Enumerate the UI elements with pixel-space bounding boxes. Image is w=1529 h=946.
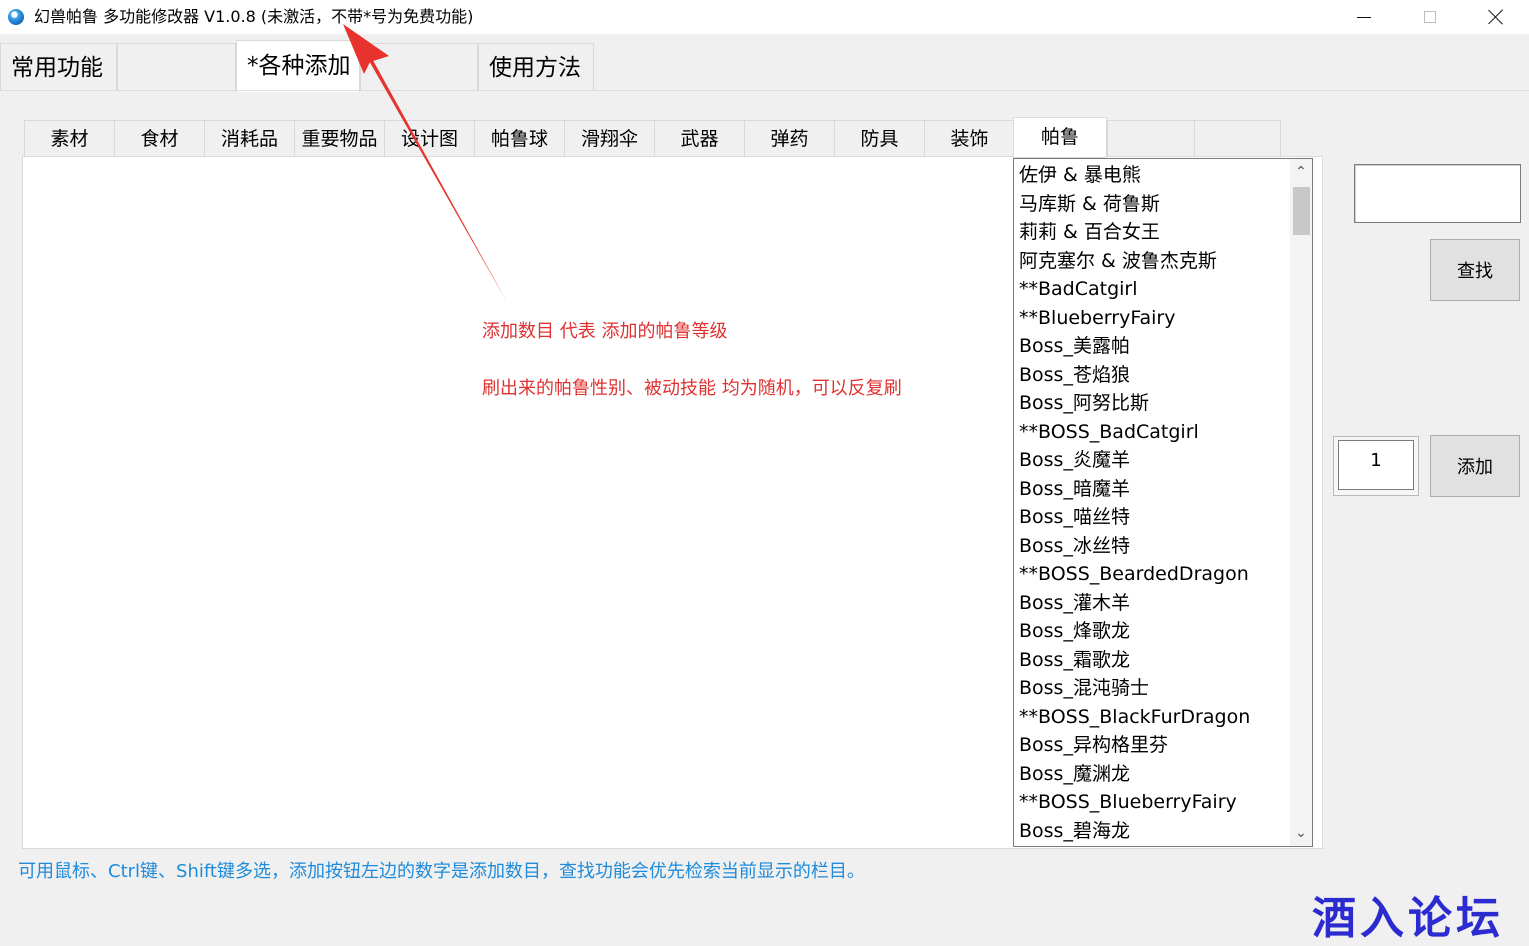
subtab-consumables[interactable]: 消耗品 (204, 120, 294, 157)
app-icon (8, 9, 24, 25)
list-item[interactable]: Boss_美露帕 (1019, 332, 1287, 361)
tab-various-add[interactable]: *各种添加 (236, 40, 360, 92)
list-item[interactable]: Boss_阿努比斯 (1019, 389, 1287, 418)
list-item[interactable]: Boss_灌木羊 (1019, 589, 1287, 618)
usage-hint: 可用鼠标、Ctrl键、Shift键多选，添加按钮左边的数字是添加数目，查找功能会… (18, 861, 865, 882)
list-item[interactable]: Boss_暗魔羊 (1019, 475, 1287, 504)
chevron-down-icon[interactable]: ⌄ (1290, 822, 1312, 844)
list-item[interactable]: Boss_冰丝特 (1019, 532, 1287, 561)
add-button[interactable]: 添加 (1430, 435, 1520, 497)
tab-common-functions[interactable]: 常用功能 (0, 43, 117, 91)
tab-blank[interactable] (117, 43, 236, 91)
list-item[interactable]: Boss_碧海龙 (1019, 817, 1287, 846)
subtab-pal-spheres[interactable]: 帕鲁球 (474, 120, 564, 157)
pal-listbox[interactable]: 佐伊 & 暴电熊 马库斯 & 荷鲁斯 莉莉 & 百合女王 阿克塞尔 & 波鲁杰克斯 **… (1013, 158, 1313, 847)
subtab-ammo[interactable]: 弹药 (744, 120, 834, 157)
subtab-weapons[interactable]: 武器 (654, 120, 744, 157)
subtab-gliders[interactable]: 滑翔伞 (564, 120, 654, 157)
close-button[interactable] (1463, 0, 1529, 34)
subtab-key-items[interactable]: 重要物品 (294, 120, 384, 157)
subtab-materials[interactable]: 素材 (24, 120, 114, 157)
maximize-icon (1424, 11, 1436, 23)
quantity-input[interactable]: 1 (1338, 440, 1414, 490)
tab-usage[interactable]: 使用方法 (478, 43, 594, 91)
subtab-blueprints[interactable]: 设计图 (384, 120, 474, 157)
list-item[interactable]: Boss_异构格里芬 (1019, 731, 1287, 760)
pal-list: 佐伊 & 暴电熊 马库斯 & 荷鲁斯 莉莉 & 百合女王 阿克塞尔 & 波鲁杰克斯 **… (1019, 161, 1287, 845)
list-item[interactable]: Boss_炎魔羊 (1019, 446, 1287, 475)
list-item[interactable]: 阿克塞尔 & 波鲁杰克斯 (1019, 247, 1287, 276)
subtab-ingredients[interactable]: 食材 (114, 120, 204, 157)
tab-divider (0, 90, 1529, 91)
maximize-button[interactable] (1397, 0, 1463, 34)
chevron-up-icon[interactable]: ⌃ (1290, 161, 1312, 183)
tab-blank-2[interactable] (360, 43, 478, 91)
window-title: 幻兽帕鲁 多功能修改器 V1.0.8 (未激活，不带*号为免费功能) (34, 7, 474, 26)
subtab-accessories[interactable]: 装饰 (924, 120, 1014, 157)
list-scrollbar[interactable]: ⌃ ⌄ (1290, 159, 1312, 846)
list-item[interactable]: **BOSS_BeardedDragon (1019, 560, 1287, 589)
list-item[interactable]: **BOSS_BlackFurDragon (1019, 703, 1287, 732)
minimize-button[interactable] (1331, 0, 1397, 34)
subtab-empty-2[interactable] (1194, 120, 1281, 157)
list-item[interactable]: **BOSS_BadCatgirl (1019, 418, 1287, 447)
subtab-empty-1[interactable] (1107, 120, 1197, 157)
list-item[interactable]: **BadCatgirl (1019, 275, 1287, 304)
list-item[interactable]: Boss_苍焰狼 (1019, 361, 1287, 390)
list-item[interactable]: 马库斯 & 荷鲁斯 (1019, 190, 1287, 219)
scroll-thumb[interactable] (1293, 187, 1310, 235)
list-item[interactable]: Boss_烽歌龙 (1019, 617, 1287, 646)
find-button[interactable]: 查找 (1430, 239, 1520, 301)
list-item[interactable]: 佐伊 & 暴电熊 (1019, 161, 1287, 190)
category-tabs: 素材 食材 消耗品 重要物品 设计图 帕鲁球 滑翔伞 武器 弹药 防具 装饰 帕… (24, 117, 1281, 158)
list-item[interactable]: Boss_魔渊龙 (1019, 760, 1287, 789)
search-input[interactable] (1354, 164, 1521, 223)
note-random: 刷出来的帕鲁性别、被动技能 均为随机，可以反复刷 (482, 378, 902, 399)
list-item[interactable]: **BOSS_BlueberryFairy (1019, 788, 1287, 817)
list-item[interactable]: Boss_混沌骑士 (1019, 674, 1287, 703)
title-bar: 幻兽帕鲁 多功能修改器 V1.0.8 (未激活，不带*号为免费功能) (0, 0, 1529, 34)
forum-watermark: 酒入论坛 (1312, 893, 1504, 944)
list-item[interactable]: 莉莉 & 百合女王 (1019, 218, 1287, 247)
close-icon (1488, 9, 1504, 25)
subtab-armor[interactable]: 防具 (834, 120, 924, 157)
list-item[interactable]: **BlueberryFairy (1019, 304, 1287, 333)
minimize-icon (1357, 16, 1371, 18)
list-item[interactable]: Boss_霜歌龙 (1019, 646, 1287, 675)
list-item[interactable]: Boss_喵丝特 (1019, 503, 1287, 532)
subtab-pals[interactable]: 帕鲁 (1013, 117, 1107, 158)
note-level: 添加数目 代表 添加的帕鲁等级 (482, 321, 728, 342)
